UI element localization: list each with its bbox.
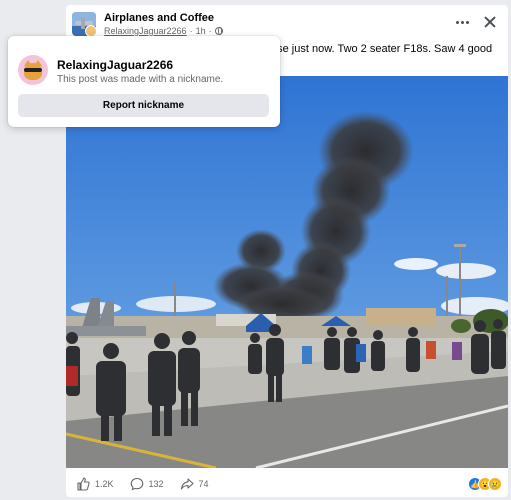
meta-separator: · (208, 26, 212, 36)
nickname-avatar (18, 55, 48, 85)
nickname-title: RelaxingJaguar2266 (57, 58, 174, 72)
meta-separator: · (189, 26, 193, 36)
post-photo[interactable] (66, 76, 508, 468)
group-avatar[interactable] (72, 12, 96, 36)
like-count: 1.2K (95, 479, 114, 489)
author-mini-avatar (85, 25, 96, 36)
close-icon[interactable] (482, 14, 498, 30)
share-count: 74 (198, 479, 209, 489)
sunglasses-icon (24, 68, 42, 72)
sad-reaction-icon: 😢 (488, 477, 502, 491)
post-footer: 1.2K 132 74 👍 😮 😢 (66, 471, 508, 497)
comment-count: 132 (148, 479, 164, 489)
like-icon (77, 477, 90, 491)
post-text: ase just now. Two 2 seater F18s. Saw 4 g… (271, 43, 493, 55)
report-nickname-button[interactable]: Report nickname (18, 94, 269, 117)
comment-icon (130, 477, 143, 491)
post-time[interactable]: 1h (196, 26, 206, 36)
globe-icon (214, 27, 223, 35)
group-name[interactable]: Airplanes and Coffee (104, 12, 214, 24)
reaction-summary[interactable]: 👍 😮 😢 (468, 477, 502, 491)
author-name[interactable]: RelaxingJaguar2266 (104, 26, 187, 36)
share-button[interactable]: 74 (180, 477, 209, 491)
comment-button[interactable]: 132 (130, 477, 164, 491)
more-icon[interactable] (456, 17, 470, 27)
share-icon (180, 478, 194, 490)
post-meta: RelaxingJaguar2266 · 1h · (104, 26, 223, 36)
like-button[interactable]: 1.2K (76, 477, 114, 491)
nickname-popover: RelaxingJaguar2266 This post was made wi… (8, 36, 280, 127)
nickname-description: This post was made with a nickname. (57, 74, 224, 85)
airshow-smoke-image (66, 76, 508, 468)
